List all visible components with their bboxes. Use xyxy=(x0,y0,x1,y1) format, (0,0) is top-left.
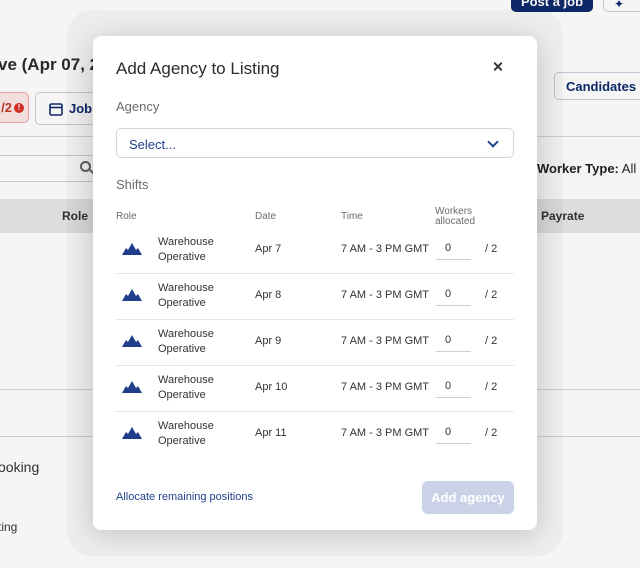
shift-date: Apr 8 xyxy=(255,289,282,301)
shift-time: 7 AM - 3 PM GMT xyxy=(341,427,430,439)
shift-role: Warehouse Operative xyxy=(158,327,214,357)
workers-total: / 2 xyxy=(485,243,498,255)
workers-header-line2: allocated xyxy=(435,216,476,227)
table-row: Warehouse Operative Apr 10 7 AM - 3 PM G… xyxy=(116,366,514,412)
table-row: Warehouse Operative Apr 7 7 AM - 3 PM GM… xyxy=(116,228,514,274)
hard-hat-icon xyxy=(122,335,142,347)
role-line1: Warehouse xyxy=(158,236,214,248)
add-agency-modal: Add Agency to Listing Agency Select... S… xyxy=(93,36,537,530)
workers-allocated-input[interactable] xyxy=(436,374,471,398)
close-icon[interactable] xyxy=(490,59,506,75)
shift-time: 7 AM - 3 PM GMT xyxy=(341,335,430,347)
shift-role: Warehouse Operative xyxy=(158,281,214,311)
workers-allocated-input[interactable] xyxy=(436,236,471,260)
allocate-remaining-link[interactable]: Allocate remaining positions xyxy=(116,491,253,503)
workers-allocated-column-header: Workers allocated xyxy=(435,207,475,227)
hard-hat-icon xyxy=(122,243,142,255)
workers-total: / 2 xyxy=(485,335,498,347)
role-line1: Warehouse xyxy=(158,328,214,340)
role-line2: Operative xyxy=(158,297,206,309)
role-line1: Warehouse xyxy=(158,282,214,294)
shifts-label: Shifts xyxy=(116,177,149,192)
hard-hat-icon xyxy=(122,381,142,393)
shift-date: Apr 9 xyxy=(255,335,282,347)
agency-select[interactable]: Select... xyxy=(116,128,514,158)
role-line1: Warehouse xyxy=(158,374,214,386)
hard-hat-icon xyxy=(122,427,142,439)
agency-select-value: Select... xyxy=(129,137,176,152)
shift-date: Apr 7 xyxy=(255,243,282,255)
date-column-header: Date xyxy=(255,211,277,222)
role-line1: Warehouse xyxy=(158,420,214,432)
shift-time: 7 AM - 3 PM GMT xyxy=(341,243,430,255)
chevron-down-icon xyxy=(487,136,499,148)
workers-total: / 2 xyxy=(485,381,498,393)
shift-date: Apr 10 xyxy=(255,381,288,393)
workers-allocated-input[interactable] xyxy=(436,282,471,306)
table-row: Warehouse Operative Apr 11 7 AM - 3 PM G… xyxy=(116,412,514,458)
agency-label: Agency xyxy=(116,99,160,114)
workers-total: / 2 xyxy=(485,427,498,439)
shift-role: Warehouse Operative xyxy=(158,373,214,403)
shift-role: Warehouse Operative xyxy=(158,419,214,449)
time-column-header: Time xyxy=(341,211,363,222)
shift-time: 7 AM - 3 PM GMT xyxy=(341,381,430,393)
role-line2: Operative xyxy=(158,251,206,263)
shift-date: Apr 11 xyxy=(255,427,287,439)
table-row: Warehouse Operative Apr 9 7 AM - 3 PM GM… xyxy=(116,320,514,366)
shift-role: Warehouse Operative xyxy=(158,235,214,265)
role-line2: Operative xyxy=(158,389,206,401)
workers-allocated-input[interactable] xyxy=(436,328,471,352)
modal-title: Add Agency to Listing xyxy=(116,59,280,78)
role-line2: Operative xyxy=(158,435,206,447)
role-column-header: Role xyxy=(116,211,137,222)
role-line2: Operative xyxy=(158,343,206,355)
add-agency-button[interactable]: Add agency xyxy=(422,481,514,514)
table-row: Warehouse Operative Apr 8 7 AM - 3 PM GM… xyxy=(116,274,514,320)
shift-time: 7 AM - 3 PM GMT xyxy=(341,289,430,301)
workers-allocated-input[interactable] xyxy=(436,420,471,444)
workers-total: / 2 xyxy=(485,289,498,301)
hard-hat-icon xyxy=(122,289,142,301)
